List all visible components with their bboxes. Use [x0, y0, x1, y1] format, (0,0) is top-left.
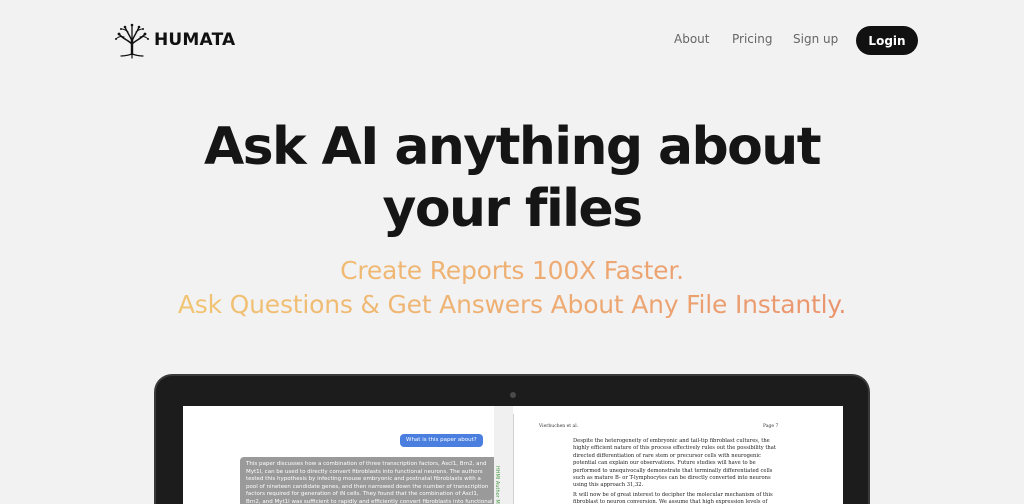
nav-link-pricing[interactable]: Pricing [732, 32, 772, 46]
brand-name: HUMATA [154, 30, 236, 50]
document-side-label: HHMI Author M [494, 466, 500, 504]
document-paragraph: It will now be of great interest to deci… [573, 492, 773, 504]
document-header-author: Vierbuchen et al. [539, 424, 579, 429]
brand-logo-link[interactable]: HUMATA [112, 20, 235, 60]
top-nav: HUMATA About Pricing Sign up Login [0, 0, 1024, 82]
laptop-mockup: What is this paper about? This paper dis… [154, 374, 870, 504]
camera-dot [510, 392, 516, 398]
laptop-screen: What is this paper about? This paper dis… [183, 406, 843, 504]
pane-divider [513, 414, 514, 504]
login-button[interactable]: Login [856, 26, 918, 55]
tagline-line-1: Create Reports 100X Faster. [0, 255, 1024, 287]
document-pane: Vierbuchen et al. Page 7 Despite the het… [523, 406, 843, 504]
nav-link-about[interactable]: About [674, 32, 709, 46]
hero-title-line-2: your files [382, 179, 643, 239]
chat-pane: What is this paper about? This paper dis… [183, 406, 513, 504]
chat-question-bubble: What is this paper about? [400, 434, 483, 447]
document-header-page: Page 7 [763, 424, 779, 429]
tree-logo-icon [115, 23, 149, 59]
nav-link-signup[interactable]: Sign up [793, 32, 838, 46]
document-paragraph: Despite the heterogeneity of embryonic a… [573, 438, 776, 489]
landing-page: HUMATA About Pricing Sign up Login Ask A… [0, 0, 1024, 504]
hero-title-line-1: Ask AI anything about [204, 117, 822, 177]
chat-answer-bubble: This paper discusses how a combination o… [240, 457, 500, 504]
tagline-line-2: Ask Questions & Get Answers About Any Fi… [0, 289, 1024, 321]
hero-title: Ask AI anything about your files [0, 116, 1024, 240]
